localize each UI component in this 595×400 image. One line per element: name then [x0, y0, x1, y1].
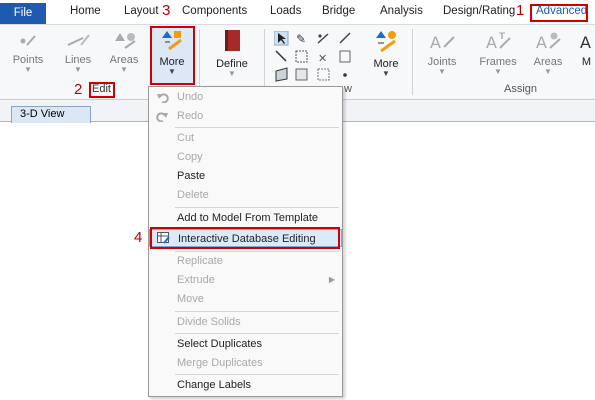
highlight-edit-group	[89, 82, 115, 98]
lines-button[interactable]: Lines ▼	[58, 31, 98, 74]
select-tools-grid: ✎ ✕	[273, 30, 362, 85]
assign-areas-button[interactable]: A Areas ▼	[528, 31, 568, 76]
chevron-down-icon: ▼	[74, 65, 82, 74]
points-icon	[20, 35, 36, 46]
redo-icon	[156, 112, 168, 122]
chevron-right-icon: ▶	[328, 275, 335, 284]
assign-joints-button[interactable]: A Joints ▼	[420, 31, 464, 76]
tab-bridge[interactable]: Bridge	[322, 5, 355, 17]
chevron-down-icon: ▼	[438, 67, 446, 76]
annotation-2: 2	[74, 81, 83, 98]
tab-design-rating[interactable]: Design/Rating	[443, 5, 515, 17]
areas-icon	[115, 33, 136, 49]
tab-home[interactable]: Home	[70, 5, 101, 17]
menu-separator	[175, 127, 339, 128]
lines-icon	[67, 34, 90, 46]
svg-text:A: A	[536, 33, 547, 51]
menu-item-move[interactable]: Move	[149, 290, 342, 308]
svg-text:✎: ✎	[296, 32, 306, 46]
group-label-assign: Assign	[504, 83, 538, 95]
tab-file[interactable]: File	[0, 3, 46, 24]
menu-item-paste[interactable]: Paste	[149, 167, 342, 185]
menu-separator	[175, 311, 339, 312]
menu-item-add-from-template[interactable]: Add to Model From Template	[149, 209, 342, 227]
svg-text:A: A	[486, 33, 497, 51]
highlight-advanced-tab	[530, 4, 588, 22]
menu-separator	[175, 374, 339, 375]
assign-joints-icon: A	[430, 33, 455, 52]
assign-more-icon: A	[580, 33, 591, 52]
menu-item-extrude[interactable]: Extrude ▶	[149, 271, 342, 289]
assign-more-button[interactable]: A M	[578, 31, 595, 68]
menu-item-select-duplicates[interactable]: Select Duplicates	[149, 335, 342, 353]
chevron-down-icon: ▼	[382, 69, 390, 78]
menu-item-redo[interactable]: Redo	[149, 107, 342, 125]
menu-separator	[175, 207, 339, 208]
menu-separator	[175, 333, 339, 334]
assign-frames-button[interactable]: A Frames ▼	[474, 31, 522, 76]
svg-text:A: A	[430, 33, 441, 51]
view-more-icon	[376, 31, 396, 53]
select-tools-icons[interactable]: ✎ ✕	[273, 30, 362, 85]
menu-item-replicate[interactable]: Replicate	[149, 252, 342, 270]
tab-components[interactable]: Components	[182, 5, 247, 17]
chevron-down-icon: ▼	[544, 67, 552, 76]
menu-item-divide-solids[interactable]: Divide Solids	[149, 313, 342, 331]
annotation-1: 1	[516, 2, 525, 19]
points-button[interactable]: Points ▼	[8, 31, 48, 74]
group-label-view: w	[344, 83, 352, 95]
chevron-down-icon: ▼	[120, 65, 128, 74]
menu-item-label: Undo	[177, 91, 204, 103]
tab-loads[interactable]: Loads	[270, 5, 301, 17]
tab-layout[interactable]: Layout	[124, 5, 159, 17]
chevron-down-icon: ▼	[228, 69, 236, 78]
define-button[interactable]: Define ▼	[208, 29, 256, 78]
chevron-down-icon: ▼	[24, 65, 32, 74]
assign-frames-icon: A	[486, 32, 511, 52]
undo-icon	[157, 93, 169, 103]
menu-item-label: Redo	[177, 110, 204, 122]
menu-item-cut[interactable]: Cut	[149, 129, 342, 147]
tab-analysis[interactable]: Analysis	[380, 5, 423, 17]
menu-item-delete[interactable]: Delete	[149, 186, 342, 204]
highlight-interactive-database-editing	[150, 227, 340, 249]
areas-button[interactable]: Areas ▼	[104, 31, 144, 74]
ribbon-separator	[412, 29, 413, 95]
menu-item-undo[interactable]: Undo	[149, 88, 342, 106]
svg-text:✕: ✕	[318, 52, 327, 65]
book-icon	[225, 30, 240, 51]
menu-item-change-labels[interactable]: Change Labels	[149, 376, 342, 394]
view-more-button[interactable]: More ▼	[366, 29, 406, 78]
menu-item-label: Extrude	[177, 274, 215, 286]
assign-areas-icon: A	[536, 32, 561, 52]
annotation-3: 3	[162, 2, 171, 19]
tab-3d-view[interactable]: 3-D View	[11, 106, 91, 123]
chevron-down-icon: ▼	[494, 67, 502, 76]
menu-item-copy[interactable]: Copy	[149, 148, 342, 166]
assign-more-label: M	[581, 56, 592, 68]
svg-text:A: A	[580, 33, 591, 51]
menu-item-merge-duplicates[interactable]: Merge Duplicates	[149, 354, 342, 372]
ribbon-tab-bar: File Home Layout Components Loads Bridge…	[0, 0, 595, 24]
highlight-more-button	[150, 26, 195, 85]
annotation-4: 4	[134, 229, 143, 246]
